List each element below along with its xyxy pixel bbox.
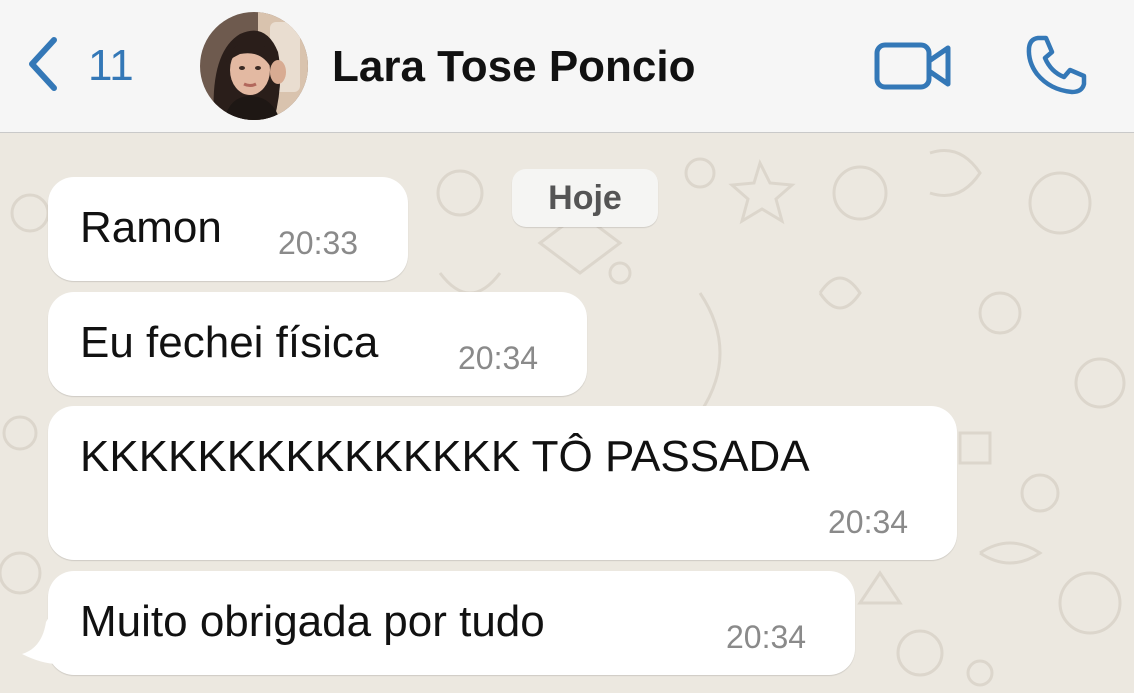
- message-text: Ramon: [80, 203, 222, 252]
- date-separator: Hoje: [512, 169, 658, 227]
- message-text: Muito obrigada por tudo: [80, 597, 545, 646]
- message-bubble[interactable]: Eu fechei física 20:34: [48, 292, 587, 396]
- back-button[interactable]: 11: [24, 36, 134, 96]
- message-bubble[interactable]: KKKKKKKKKKKKKKK TÔ PASSADA 20:34: [48, 406, 957, 560]
- chat-header: 11 Lara Tose Poncio: [0, 0, 1134, 133]
- contact-name[interactable]: Lara Tose Poncio: [332, 42, 696, 92]
- video-call-button[interactable]: [874, 40, 952, 92]
- bubble-tail: [22, 602, 58, 664]
- message-time: 20:34: [726, 619, 807, 655]
- phone-icon: [1024, 34, 1088, 96]
- message-bubble[interactable]: Muito obrigada por tudo 20:34: [48, 571, 855, 675]
- chevron-left-icon: [24, 34, 60, 99]
- message-time: 20:33: [278, 225, 359, 261]
- unread-count: 11: [88, 41, 134, 90]
- avatar[interactable]: [200, 12, 308, 120]
- chat-area[interactable]: Hoje Ramon 20:33 Eu fechei física 20:34 …: [0, 133, 1134, 693]
- message-text: Eu fechei física: [80, 318, 379, 367]
- message-time: 20:34: [458, 340, 539, 376]
- video-camera-icon: [874, 40, 952, 92]
- message-time: 20:34: [828, 504, 909, 540]
- message-bubble[interactable]: Ramon 20:33: [48, 177, 408, 281]
- message-text: KKKKKKKKKKKKKKK TÔ PASSADA: [80, 432, 810, 481]
- voice-call-button[interactable]: [1024, 34, 1088, 96]
